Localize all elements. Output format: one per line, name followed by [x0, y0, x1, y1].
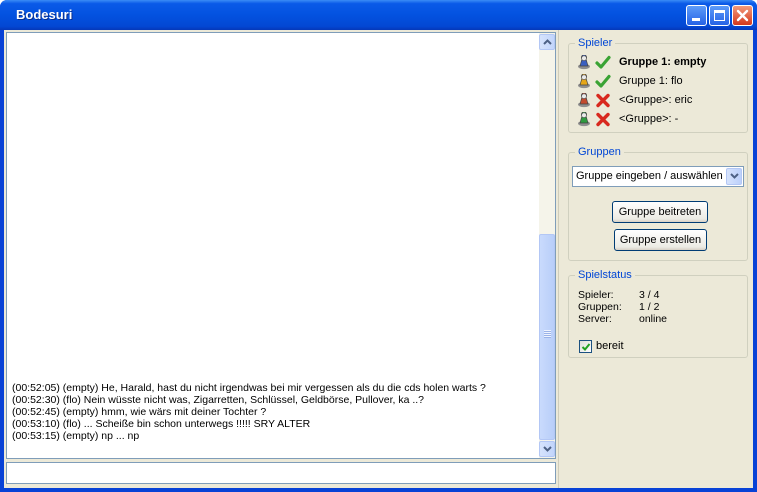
player-row: Gruppe 1: flo — [576, 73, 746, 90]
dropdown-button[interactable] — [726, 168, 742, 185]
check-icon — [595, 74, 611, 88]
chat-log[interactable]: (00:52:05) (empty) He, Harald, hast du n… — [6, 32, 556, 459]
player-figure-icon — [578, 55, 590, 70]
maximize-button[interactable] — [709, 5, 730, 26]
create-group-button[interactable]: Gruppe erstellen — [614, 229, 707, 251]
chat-message: (00:52:05) (empty) He, Harald, hast du n… — [12, 382, 486, 394]
players-group: Spieler Gruppe 1: empty Gruppe 1: flo <Gru… — [568, 37, 748, 133]
ready-label: bereit — [596, 340, 624, 352]
status-value: 1 / 2 — [639, 301, 660, 313]
minimize-icon — [692, 18, 700, 21]
side-panel: Spieler Gruppe 1: empty Gruppe 1: flo <Gru… — [558, 30, 753, 488]
groups-legend: Gruppen — [575, 146, 624, 159]
application-window: Bodesuri (00:52:05) (empty) He, Harald, … — [0, 0, 757, 492]
player-row: <Gruppe>: eric — [576, 92, 746, 109]
maximize-icon — [714, 10, 725, 21]
checkbox-box[interactable] — [579, 340, 592, 353]
player-name: <Gruppe>: - — [619, 113, 679, 125]
close-button[interactable] — [732, 5, 753, 26]
player-name: Gruppe 1: flo — [619, 75, 683, 87]
chat-message: (00:53:15) (empty) np ... np — [12, 430, 140, 442]
chat-scrollbar[interactable] — [539, 33, 555, 458]
status-key: Spieler: — [578, 289, 614, 301]
check-icon — [595, 55, 611, 69]
game-status-legend: Spielstatus — [575, 269, 635, 282]
player-figure-icon — [578, 74, 590, 89]
chat-message: (00:52:30) (flo) Nein wüsste nicht was, … — [12, 394, 425, 406]
status-value: online — [639, 313, 668, 325]
check-icon — [581, 343, 591, 351]
scroll-down-button[interactable] — [539, 441, 555, 457]
minimize-button[interactable] — [686, 5, 707, 26]
scroll-up-button[interactable] — [539, 34, 555, 50]
groups-group: Gruppen Gruppe eingeben / auswählen Grup… — [568, 146, 748, 261]
ready-checkbox[interactable]: bereit — [579, 340, 649, 354]
chat-message: (00:52:45) (empty) hmm, wie wärs mit dei… — [12, 406, 267, 418]
group-select-value: Gruppe eingeben / auswählen — [576, 170, 723, 182]
window-title: Bodesuri — [16, 7, 73, 22]
chat-messages: (00:52:05) (empty) He, Harald, hast du n… — [12, 382, 537, 442]
cross-icon — [596, 93, 610, 108]
chevron-down-icon — [730, 173, 739, 179]
grip-icon — [544, 330, 551, 338]
player-row: Gruppe 1: empty — [576, 54, 746, 71]
player-name: Gruppe 1: empty — [619, 56, 707, 68]
chevron-up-icon — [543, 39, 552, 45]
players-legend: Spieler — [575, 37, 616, 50]
player-figure-icon — [578, 112, 590, 127]
cross-icon — [596, 112, 610, 127]
game-status-group: Spielstatus Spieler: 3 / 4 Gruppen: 1 / … — [568, 269, 748, 358]
join-group-button[interactable]: Gruppe beitreten — [612, 201, 708, 223]
status-value: 3 / 4 — [639, 289, 660, 301]
close-icon — [736, 9, 749, 22]
player-figure-icon — [578, 93, 590, 108]
chevron-down-icon — [543, 446, 552, 452]
status-key: Gruppen: — [578, 301, 622, 313]
status-key: Server: — [578, 313, 612, 325]
chat-message: (00:53:10) (flo) ... Scheiße bin schon u… — [12, 418, 311, 430]
player-row: <Gruppe>: - — [576, 111, 746, 128]
title-bar[interactable]: Bodesuri — [0, 0, 757, 30]
player-name: <Gruppe>: eric — [619, 94, 693, 106]
scrollbar-thumb[interactable] — [539, 234, 555, 440]
chat-input[interactable] — [6, 462, 556, 484]
group-select[interactable]: Gruppe eingeben / auswählen — [572, 166, 744, 187]
client-area: (00:52:05) (empty) He, Harald, hast du n… — [4, 30, 753, 488]
